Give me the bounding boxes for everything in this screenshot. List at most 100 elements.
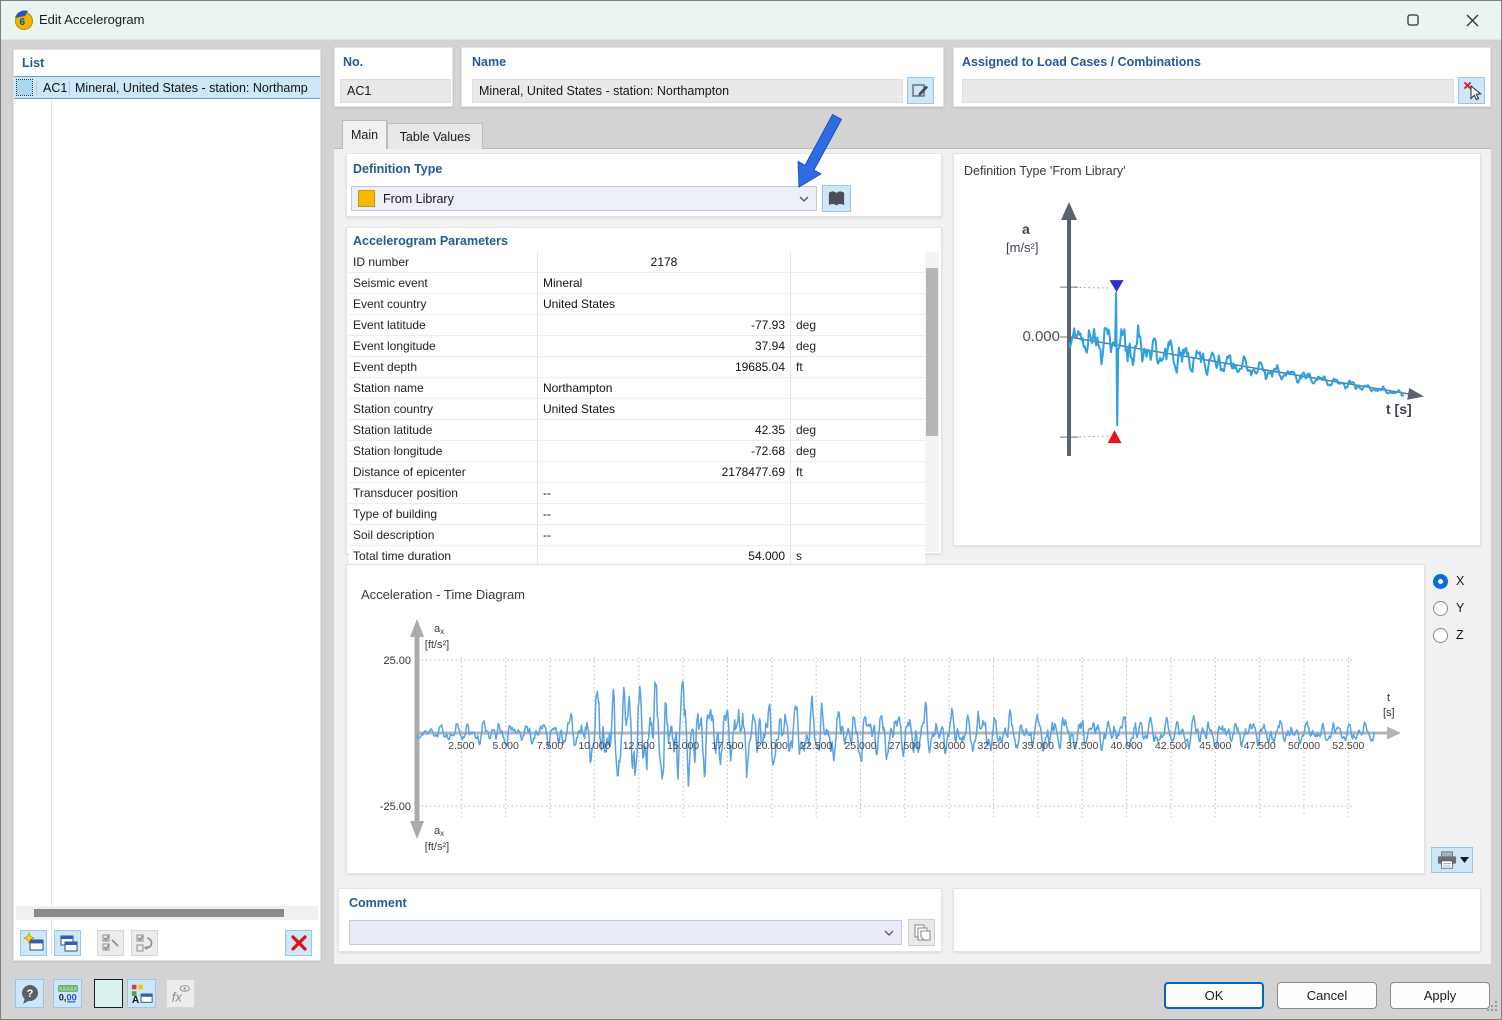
axis-radio-y[interactable]: Y <box>1433 598 1464 618</box>
tab-table-values[interactable]: Table Values <box>387 123 483 149</box>
parameter-unit <box>791 294 925 314</box>
copy-item-icon <box>57 932 79 954</box>
window-title: Edit Accelerogram <box>39 12 145 27</box>
svg-text:30.000: 30.000 <box>933 740 965 752</box>
parameters-scrollbar[interactable] <box>925 252 939 552</box>
delete-button[interactable] <box>285 930 312 956</box>
check-all-button[interactable] <box>97 930 124 956</box>
print-button[interactable] <box>1431 847 1473 873</box>
parameter-value: 42.35 <box>538 420 791 440</box>
parameter-label: Event latitude <box>349 315 538 335</box>
parameter-unit <box>791 399 925 419</box>
definition-type-combo[interactable]: From Library <box>351 186 817 211</box>
parameter-label: Station country <box>349 399 538 419</box>
parameters-group: Accelerogram Parameters ID number2178Sei… <box>346 227 942 554</box>
parameter-row: Event depth19685.04ft <box>349 357 925 378</box>
parameter-value: -72.68 <box>538 441 791 461</box>
parameter-row: ID number2178 <box>349 252 925 273</box>
formula-fx-icon: fx <box>169 982 193 1006</box>
axis-radio-z[interactable]: Z <box>1433 625 1464 645</box>
display-settings-button[interactable]: A <box>127 979 156 1008</box>
parameter-row: Station countryUnited States <box>349 399 925 420</box>
window-titlebar: 6 Edit Accelerogram <box>1 1 1501 40</box>
new-item-icon <box>23 932 45 954</box>
number-field[interactable]: AC1 <box>340 79 451 103</box>
radio-label: X <box>1456 574 1464 588</box>
color-scheme-button[interactable] <box>94 979 123 1008</box>
resize-grip[interactable] <box>1485 999 1499 1013</box>
parameter-row: Event latitude-77.93deg <box>349 315 925 336</box>
parameter-value: 54.000 <box>538 546 791 566</box>
svg-text:52.500: 52.500 <box>1332 740 1364 752</box>
clear-assignment-button[interactable] <box>1458 77 1485 104</box>
svg-text:40.000: 40.000 <box>1111 740 1143 752</box>
display-settings-icon: A <box>130 982 154 1006</box>
assigned-field[interactable] <box>962 79 1454 103</box>
formula-button[interactable]: fx <box>166 979 195 1008</box>
parameter-value: Northampton <box>538 378 791 398</box>
svg-text:[m/s²]: [m/s²] <box>1006 240 1039 255</box>
svg-text:?: ? <box>26 988 33 1000</box>
parameter-value: -- <box>538 525 791 545</box>
copy-accelerogram-button[interactable] <box>54 930 81 956</box>
radio-icon <box>1433 628 1448 643</box>
help-button[interactable]: ? <box>15 979 44 1008</box>
parameter-label: Seismic event <box>349 273 538 293</box>
svg-text:0.000: 0.000 <box>1022 328 1060 345</box>
svg-text:[s]: [s] <box>1383 707 1395 719</box>
maximize-button[interactable] <box>1391 5 1435 35</box>
rename-button[interactable] <box>907 77 934 104</box>
app-icon: 6 <box>13 9 34 30</box>
notes-panel <box>953 888 1481 952</box>
svg-text:50.000: 50.000 <box>1288 740 1320 752</box>
copy-pages-icon <box>912 923 932 943</box>
svg-text:6: 6 <box>20 17 26 28</box>
definition-type-value: From Library <box>383 192 454 206</box>
parameter-value: United States <box>538 294 791 314</box>
comment-combo[interactable] <box>349 920 902 945</box>
parameter-value: 2178 <box>538 252 791 272</box>
svg-text:2.500: 2.500 <box>448 740 474 752</box>
svg-text:ax: ax <box>434 623 444 636</box>
edit-pencil-icon <box>911 81 930 100</box>
assigned-label: Assigned to Load Cases / Combinations <box>962 55 1201 69</box>
invert-selection-button[interactable] <box>131 930 158 956</box>
list-horizontal-scrollbar[interactable] <box>16 906 318 920</box>
parameter-unit <box>791 273 925 293</box>
close-icon <box>1466 14 1479 27</box>
parameter-row: Event longitude37.94deg <box>349 336 925 357</box>
new-accelerogram-button[interactable] <box>20 930 47 956</box>
parameter-unit <box>791 525 925 545</box>
parameter-unit: ft <box>791 462 925 482</box>
radio-icon <box>1433 574 1448 589</box>
parameter-label: Event depth <box>349 357 538 377</box>
svg-text:20.000: 20.000 <box>756 740 788 752</box>
parameter-unit: deg <box>791 336 925 356</box>
print-dropdown-icon <box>1460 857 1469 863</box>
cancel-button[interactable]: Cancel <box>1277 982 1377 1009</box>
list-item[interactable]: AC1Mineral, United States - station: Nor… <box>14 76 320 99</box>
svg-text:42.500: 42.500 <box>1155 740 1187 752</box>
units-settings-button[interactable]: 0,00 <box>53 979 82 1008</box>
parameter-row: Station longitude-72.68deg <box>349 441 925 462</box>
close-button[interactable] <box>1450 5 1494 35</box>
list-title: List <box>22 56 44 70</box>
list-item-no: AC1 <box>36 81 69 95</box>
axis-radio-x[interactable]: X <box>1433 571 1464 591</box>
parameter-unit: deg <box>791 315 925 335</box>
comment-title: Comment <box>349 896 407 910</box>
scrollbar-thumb[interactable] <box>34 909 284 917</box>
number-label: No. <box>343 55 363 69</box>
parameter-label: Station latitude <box>349 420 538 440</box>
apply-button[interactable]: Apply <box>1390 982 1490 1009</box>
svg-text:-25.00: -25.00 <box>380 801 411 813</box>
parameter-value: 2178477.69 <box>538 462 791 482</box>
scrollbar-thumb[interactable] <box>926 268 938 436</box>
copy-comment-button[interactable] <box>908 919 935 946</box>
parameter-label: Soil description <box>349 525 538 545</box>
ok-button[interactable]: OK <box>1164 982 1264 1009</box>
svg-text:A: A <box>131 995 139 1006</box>
name-field[interactable]: Mineral, United States - station: Northa… <box>472 79 903 103</box>
tab-main[interactable]: Main <box>342 120 387 149</box>
library-preview-diagram: a[m/s²]0.000t [s] <box>954 154 1482 547</box>
